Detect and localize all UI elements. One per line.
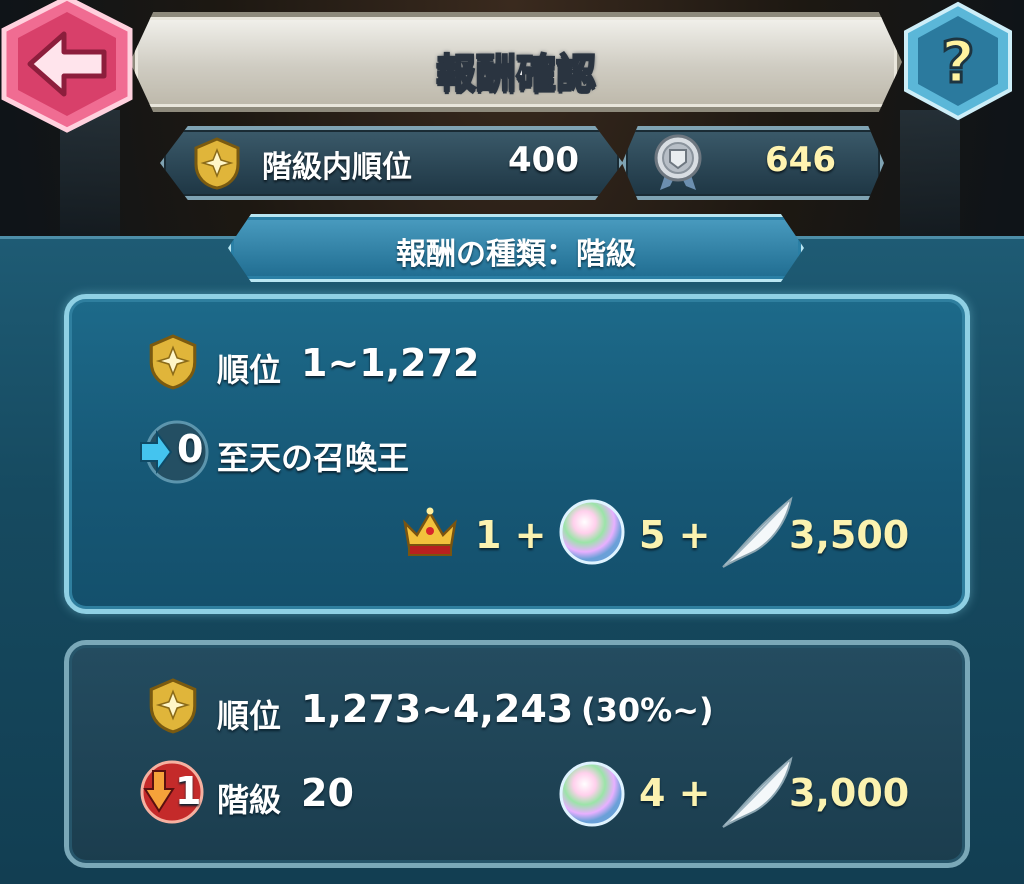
reward-amount: 3,500 — [789, 513, 910, 557]
reward-card[interactable]: 順位 1,273~4,243 (30%~) 1 階級 20 4 + 3,000 — [64, 640, 970, 868]
tier-value: 20 — [301, 771, 354, 815]
range-value: 1,273~4,243 — [301, 687, 574, 731]
range-label: 順位 — [217, 351, 282, 389]
gold-rank-shield-icon — [149, 334, 197, 390]
tier-label: 階級 — [217, 781, 282, 819]
background-pillar — [900, 110, 960, 250]
reward-card[interactable]: 順位 1~1,272 0 至天の召喚王 1 + 5 + 3,500 — [64, 294, 970, 614]
tier-badge-value: 0 — [177, 427, 204, 471]
back-button[interactable] — [0, 0, 142, 134]
feather-icon — [722, 756, 793, 828]
reward-amount: 4 + — [639, 771, 711, 815]
tier-badge-value: 1 — [175, 769, 202, 813]
rank-stat-pill: 階級内順位 400 — [160, 126, 623, 200]
help-question-icon: ? — [904, 1, 1012, 121]
help-button[interactable]: ? — [900, 0, 1016, 122]
orb-icon — [559, 499, 625, 565]
crown-icon — [403, 507, 457, 556]
range-label: 順位 — [217, 697, 282, 735]
rank-label: 階級内順位 — [262, 150, 412, 185]
reward-amount: 3,000 — [789, 771, 910, 815]
gold-rank-shield-icon — [194, 137, 240, 190]
page-title: 報酬確認 — [435, 50, 597, 98]
back-arrow-icon — [1, 0, 133, 133]
reward-type-banner: 報酬の種類：階級 — [228, 214, 804, 282]
reward-amount: 5 + — [639, 513, 711, 557]
gold-rank-shield-icon — [149, 678, 197, 734]
range-note: (30%~) — [581, 691, 714, 729]
range-value: 1~1,272 — [301, 341, 480, 385]
svg-text:?: ? — [941, 28, 975, 96]
reward-type-label: 報酬の種類：階級 — [396, 237, 636, 272]
rank-value: 400 — [508, 140, 579, 180]
score-value: 646 — [765, 140, 836, 180]
title-bar: 報酬確認 — [130, 12, 902, 112]
feather-icon — [722, 496, 793, 568]
reward-amount: 1 + — [475, 513, 547, 557]
score-stat-pill: 646 — [622, 126, 884, 200]
silver-medal-icon — [654, 134, 702, 190]
orb-icon — [559, 761, 625, 827]
tier-name: 至天の召喚王 — [217, 439, 410, 477]
